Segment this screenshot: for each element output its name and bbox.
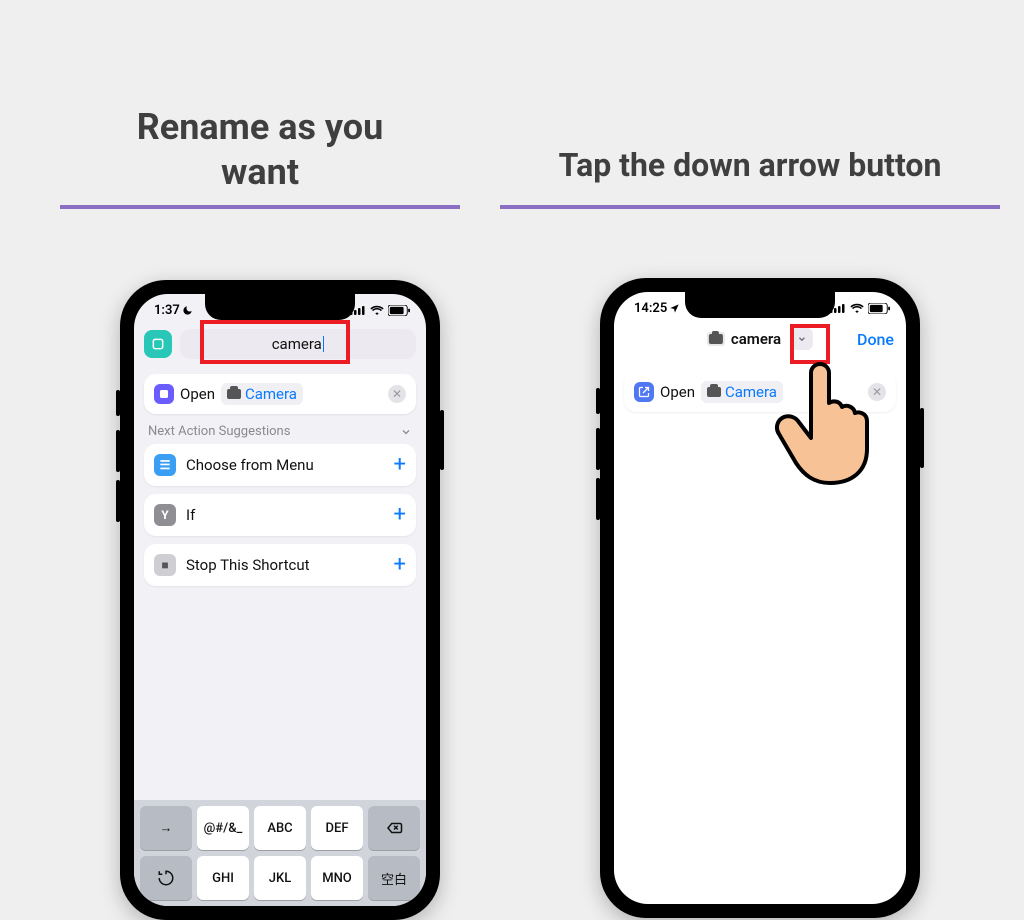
mute-switch[interactable] <box>116 390 120 416</box>
shortcut-name-input[interactable]: camera <box>180 329 416 359</box>
volume-up-button[interactable] <box>116 430 120 472</box>
shortcut-name-text: camera <box>272 335 322 353</box>
add-icon[interactable]: + <box>394 504 406 526</box>
open-action-icon <box>154 384 174 404</box>
notch <box>685 292 835 318</box>
app-name: Camera <box>245 385 297 403</box>
power-button[interactable] <box>440 410 444 470</box>
add-icon[interactable]: + <box>394 554 406 576</box>
caption-left-line1: Rename as you <box>137 106 384 148</box>
open-action-icon <box>634 382 654 402</box>
key-symbols[interactable]: @#/&_ <box>197 806 249 850</box>
camera-icon <box>227 389 241 399</box>
moon-icon <box>182 305 193 316</box>
suggestions-list: ☰ Choose from Menu + Y If + ■ Stop This … <box>144 444 416 586</box>
volume-down-button[interactable] <box>116 480 120 522</box>
status-right-icons <box>830 303 890 314</box>
mute-switch[interactable] <box>596 388 600 414</box>
pointing-hand-icon <box>770 356 890 486</box>
add-icon[interactable]: + <box>394 454 406 476</box>
notch <box>205 294 355 320</box>
key-jkl[interactable]: JKL <box>254 856 306 900</box>
caption-right-text: Tap the down arrow button <box>559 146 942 184</box>
battery-icon <box>388 305 410 316</box>
keyboard: → @#/&_ ABC DEF GHI JKL MNO 空白 <box>134 800 426 906</box>
caption-left-line2: want <box>221 151 299 193</box>
shortcut-icon[interactable] <box>144 330 172 358</box>
key-undo[interactable] <box>140 856 192 900</box>
stop-icon: ■ <box>154 554 176 576</box>
suggestions-header[interactable]: Next Action Suggestions <box>148 424 412 439</box>
keyboard-row-1: → @#/&_ ABC DEF <box>140 806 420 850</box>
action-card-open[interactable]: Open Camera ✕ <box>144 374 416 414</box>
screen-right: 14:25 camera Done Op <box>614 292 906 904</box>
status-right-icons <box>350 305 410 316</box>
nav-bar: camera Done <box>626 324 894 354</box>
app-chip[interactable]: Camera <box>221 383 303 405</box>
key-backspace[interactable] <box>368 806 420 850</box>
battery-icon <box>868 303 890 314</box>
caption-left-underline <box>60 205 460 209</box>
chevron-down-icon <box>400 426 412 438</box>
suggestions-label: Next Action Suggestions <box>148 424 290 439</box>
key-tab[interactable]: → <box>140 806 192 850</box>
title-group[interactable]: camera <box>707 328 813 350</box>
suggestion-label: Choose from Menu <box>186 456 384 474</box>
key-abc[interactable]: ABC <box>254 806 306 850</box>
phone-right: 14:25 camera Done Op <box>600 278 920 918</box>
done-button[interactable]: Done <box>857 330 894 349</box>
caption-right-underline <box>500 205 1000 209</box>
wifi-icon <box>370 305 384 315</box>
shortcut-title: camera <box>731 330 781 348</box>
action-verb: Open <box>180 385 215 403</box>
branch-icon: Y <box>154 504 176 526</box>
shortcut-camera-icon <box>707 332 725 346</box>
suggestion-label: Stop This Shortcut <box>186 556 384 574</box>
screen-left: 1:37 camera Open <box>134 294 426 906</box>
location-icon <box>669 303 680 314</box>
status-time-group: 14:25 <box>634 301 680 316</box>
title-row: camera <box>144 326 416 362</box>
suggestion-stop[interactable]: ■ Stop This Shortcut + <box>144 544 416 586</box>
text-caret <box>323 336 325 352</box>
volume-up-button[interactable] <box>596 428 600 470</box>
caption-left: Rename as you want <box>60 105 460 195</box>
power-button[interactable] <box>920 408 924 468</box>
suggestion-label: If <box>186 506 384 524</box>
phone-left: 1:37 camera Open <box>120 280 440 920</box>
key-def[interactable]: DEF <box>311 806 363 850</box>
title-menu-button[interactable] <box>791 328 813 350</box>
menu-icon: ☰ <box>154 454 176 476</box>
key-mno[interactable]: MNO <box>311 856 363 900</box>
remove-action-button[interactable]: ✕ <box>388 385 406 403</box>
camera-icon <box>707 387 721 397</box>
status-time: 1:37 <box>154 303 180 318</box>
status-time: 14:25 <box>634 301 667 316</box>
status-time-group: 1:37 <box>154 303 193 318</box>
suggestion-if[interactable]: Y If + <box>144 494 416 536</box>
caption-right: Tap the down arrow button <box>500 145 1000 185</box>
volume-down-button[interactable] <box>596 478 600 520</box>
action-verb: Open <box>660 383 695 401</box>
wifi-icon <box>850 303 864 313</box>
keyboard-row-2: GHI JKL MNO 空白 <box>140 856 420 900</box>
key-ghi[interactable]: GHI <box>197 856 249 900</box>
key-space[interactable]: 空白 <box>368 856 420 900</box>
suggestion-choose-from-menu[interactable]: ☰ Choose from Menu + <box>144 444 416 486</box>
